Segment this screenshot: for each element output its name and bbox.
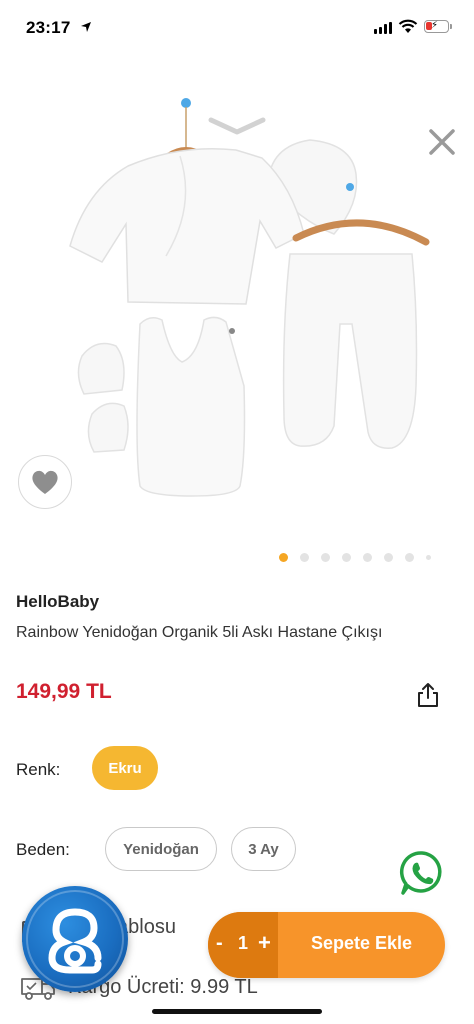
cellular-signal-icon [374,22,392,34]
battery-icon: ⚡ [424,20,449,33]
pagination-dot[interactable] [363,553,372,562]
size-label: Beden: [16,840,70,859]
pagination-dot[interactable] [342,553,351,562]
image-pagination-dots [279,553,431,562]
color-option-ekru[interactable]: Ekru [92,746,158,790]
quantity-increment-button[interactable]: + [258,930,271,956]
quantity-decrement-button[interactable]: - [216,932,223,955]
product-name: Rainbow Yenidoğan Organik 5li Askı Hasta… [16,624,383,641]
pagination-dot[interactable] [405,553,414,562]
color-label: Renk: [16,760,61,779]
size-option-3-ay[interactable]: 3 Ay [231,827,296,871]
favorite-button[interactable] [18,455,72,509]
chat-support-icon [48,908,102,974]
quantity-stepper: - 1 + [208,912,278,978]
add-to-cart-button[interactable]: Sepete Ekle [311,933,412,954]
pagination-dot[interactable] [426,555,431,560]
heart-icon [32,470,58,494]
size-option-yenidogan[interactable]: Yenidoğan [105,827,217,871]
location-arrow-icon [81,22,91,32]
battery-cap [450,24,452,29]
product-price: 149,99 TL [16,680,112,703]
pagination-dot[interactable] [384,553,393,562]
pagination-dot[interactable] [279,553,288,562]
pagination-dot[interactable] [300,553,309,562]
whatsapp-icon[interactable] [398,849,446,897]
home-indicator [152,1009,322,1014]
product-image-gallery[interactable] [0,56,474,536]
share-icon[interactable] [416,682,440,708]
status-time: 23:17 [26,18,71,37]
quantity-value: 1 [238,933,249,953]
pagination-dot[interactable] [321,553,330,562]
chat-support-button[interactable] [22,886,128,992]
product-brand: HelloBaby [16,592,100,611]
wifi-icon [398,19,418,33]
status-bar: 23:17 ⚡ [0,0,474,56]
add-to-cart-bar: - 1 + Sepete Ekle [208,912,445,978]
close-icon[interactable] [424,124,460,160]
chevron-down-icon[interactable] [207,116,267,136]
